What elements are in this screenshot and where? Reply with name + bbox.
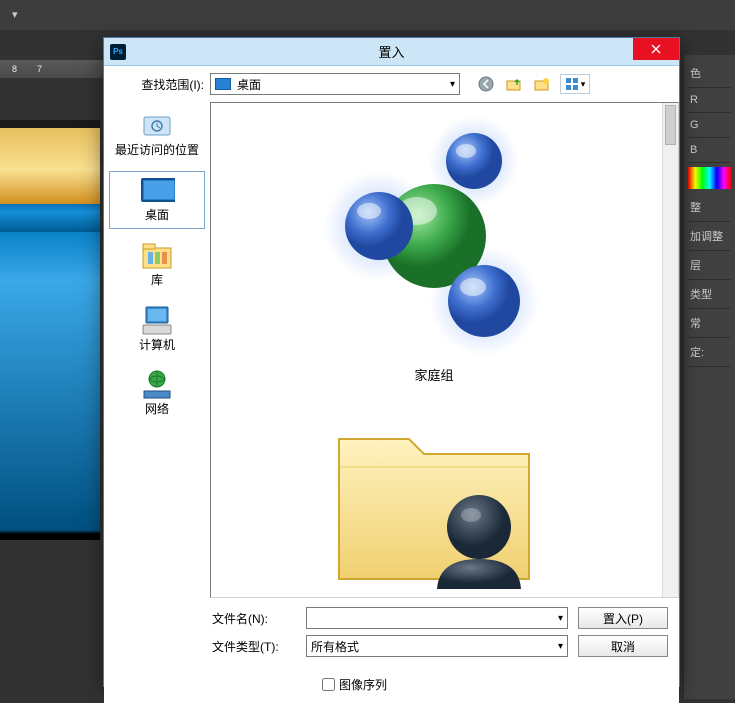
image-sequence-checkbox[interactable] — [322, 678, 335, 691]
view-menu-icon — [565, 77, 579, 91]
chevron-down-icon: ▾ — [558, 613, 563, 624]
filename-input[interactable] — [311, 611, 558, 625]
desktop-icon — [139, 176, 175, 206]
new-folder-icon — [534, 76, 550, 92]
filter-value: 所有格式 — [311, 638, 558, 655]
dialog-title: 置入 — [104, 42, 679, 61]
places-network[interactable]: 网络 — [109, 366, 205, 422]
places-bar: 最近访问的位置 桌面 — [104, 102, 210, 598]
ps-canvas-document — [0, 120, 100, 540]
scrollbar-thumb[interactable] — [665, 105, 676, 145]
up-one-level-button[interactable] — [504, 74, 524, 94]
file-item-userfolder[interactable] — [219, 384, 649, 597]
filename-label: 文件名(N): — [212, 610, 296, 627]
places-recent[interactable]: 最近访问的位置 — [109, 107, 205, 163]
dialog-toolbar: 查找范围(I): 桌面 ▾ — [104, 66, 679, 102]
places-library[interactable]: 库 — [109, 237, 205, 293]
ps-right-panels: 色 R G B 整 加调整 层 类型 常 定: — [683, 55, 735, 699]
desktop-icon — [215, 78, 231, 90]
close-button[interactable] — [633, 38, 679, 60]
places-desktop[interactable]: 桌面 — [109, 171, 205, 229]
recent-places-icon — [140, 111, 174, 141]
chevron-down-icon: ▾ — [581, 79, 586, 90]
dialog-bottom: 文件名(N): ▾ 置入(P) 文件类型(T): 所有格式 ▾ 取消 图像序列 — [104, 598, 679, 703]
chevron-down-icon: ▾ — [558, 641, 563, 652]
back-icon — [478, 76, 494, 92]
lookin-combo[interactable]: 桌面 ▾ — [210, 73, 460, 95]
network-icon — [140, 369, 174, 401]
back-button[interactable] — [476, 74, 496, 94]
new-folder-button[interactable] — [532, 74, 552, 94]
lookin-value: 桌面 — [237, 76, 450, 93]
view-menu-button[interactable]: ▾ — [560, 74, 590, 94]
homegroup-icon — [309, 111, 559, 361]
file-pane-scrollbar[interactable] — [662, 103, 678, 597]
filename-combo[interactable]: ▾ — [306, 607, 568, 629]
library-icon — [140, 241, 174, 271]
place-dialog: Ps 置入 查找范围(I): 桌面 ▾ — [103, 37, 680, 687]
computer-icon — [140, 305, 174, 337]
ps-app-icon: Ps — [110, 44, 126, 60]
close-icon — [651, 44, 661, 54]
file-item-homegroup[interactable]: 家庭组 — [219, 111, 649, 384]
ps-menubar: ▾ — [0, 0, 735, 30]
places-computer[interactable]: 计算机 — [109, 302, 205, 358]
image-sequence-label: 图像序列 — [339, 676, 387, 693]
folder-up-icon — [506, 76, 522, 92]
lookin-label: 查找范围(I): — [112, 76, 204, 93]
filter-combo[interactable]: 所有格式 ▾ — [306, 635, 568, 657]
hue-strip — [688, 167, 731, 189]
dialog-titlebar[interactable]: Ps 置入 — [104, 38, 679, 66]
user-folder-icon — [319, 404, 549, 597]
file-list-pane[interactable]: 家庭组 — [210, 102, 679, 598]
chevron-down-icon: ▾ — [450, 79, 455, 90]
ps-ruler: 87 — [0, 60, 110, 78]
cancel-button[interactable]: 取消 — [578, 635, 668, 657]
place-button[interactable]: 置入(P) — [578, 607, 668, 629]
filter-label: 文件类型(T): — [212, 638, 296, 655]
file-item-label: 家庭组 — [414, 365, 453, 384]
